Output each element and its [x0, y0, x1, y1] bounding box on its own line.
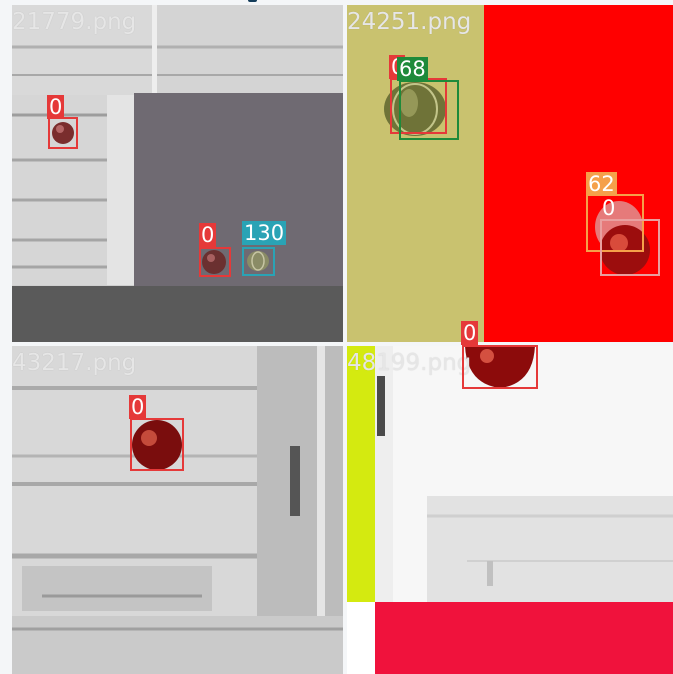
bbox-melon	[242, 247, 275, 276]
fridge-scene-1	[12, 5, 343, 342]
bbox-apple	[48, 117, 78, 149]
tile-43217: 43217.png	[12, 346, 343, 674]
bbox-apple	[462, 345, 538, 389]
class-label: 62	[586, 172, 617, 196]
class-label: 0	[602, 196, 616, 220]
class-label: 68	[397, 57, 428, 81]
class-label: 130	[242, 221, 287, 245]
tile-filename: 48199.png	[347, 350, 472, 376]
bbox-apple	[199, 247, 231, 277]
bbox-apple	[600, 219, 660, 276]
bbox-melon	[399, 80, 459, 140]
fridge-scene-3	[12, 346, 343, 674]
mosaic-grid: 21779.png 24251.png 43217.png 48199.png …	[12, 5, 673, 674]
class-label: 0	[461, 321, 479, 345]
class-label: 0	[129, 395, 147, 419]
class-label: 0	[199, 223, 217, 247]
class-label: 0	[47, 95, 65, 119]
fridge-scene-4	[347, 346, 673, 674]
bbox-apple	[130, 418, 184, 471]
tile-filename: 43217.png	[12, 350, 137, 376]
tile-48199: 48199.png	[347, 346, 673, 674]
tile-21779: 21779.png	[12, 5, 343, 342]
tile-filename: 24251.png	[347, 9, 472, 35]
tile-filename: 21779.png	[12, 9, 137, 35]
